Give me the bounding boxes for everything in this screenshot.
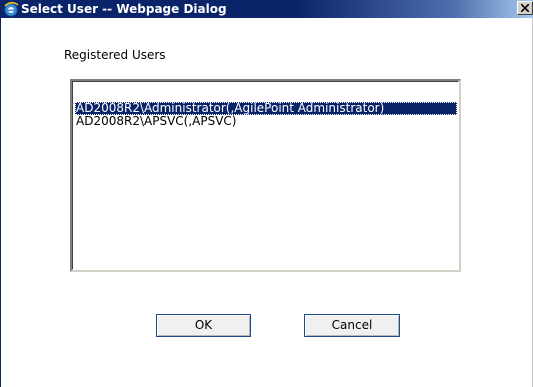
cancel-button[interactable]: Cancel [304, 314, 400, 337]
dialog-window: Select User -- Webpage Dialog Registered… [0, 0, 533, 387]
list-item-apsvc[interactable]: AD2008R2\APSVC(,APSVC) [75, 115, 236, 128]
users-listbox[interactable]: AD2008R2\Administrator(,AgilePoint Admin… [70, 79, 461, 272]
title-bar[interactable]: Select User -- Webpage Dialog [1, 0, 533, 18]
window-title: Select User -- Webpage Dialog [21, 2, 227, 16]
ie-icon [3, 1, 19, 17]
close-icon [521, 4, 529, 12]
registered-users-label: Registered Users [64, 48, 166, 62]
listbox-frame: AD2008R2\Administrator(,AgilePoint Admin… [72, 81, 459, 270]
close-button[interactable] [517, 1, 533, 15]
ok-button[interactable]: OK [156, 314, 251, 337]
